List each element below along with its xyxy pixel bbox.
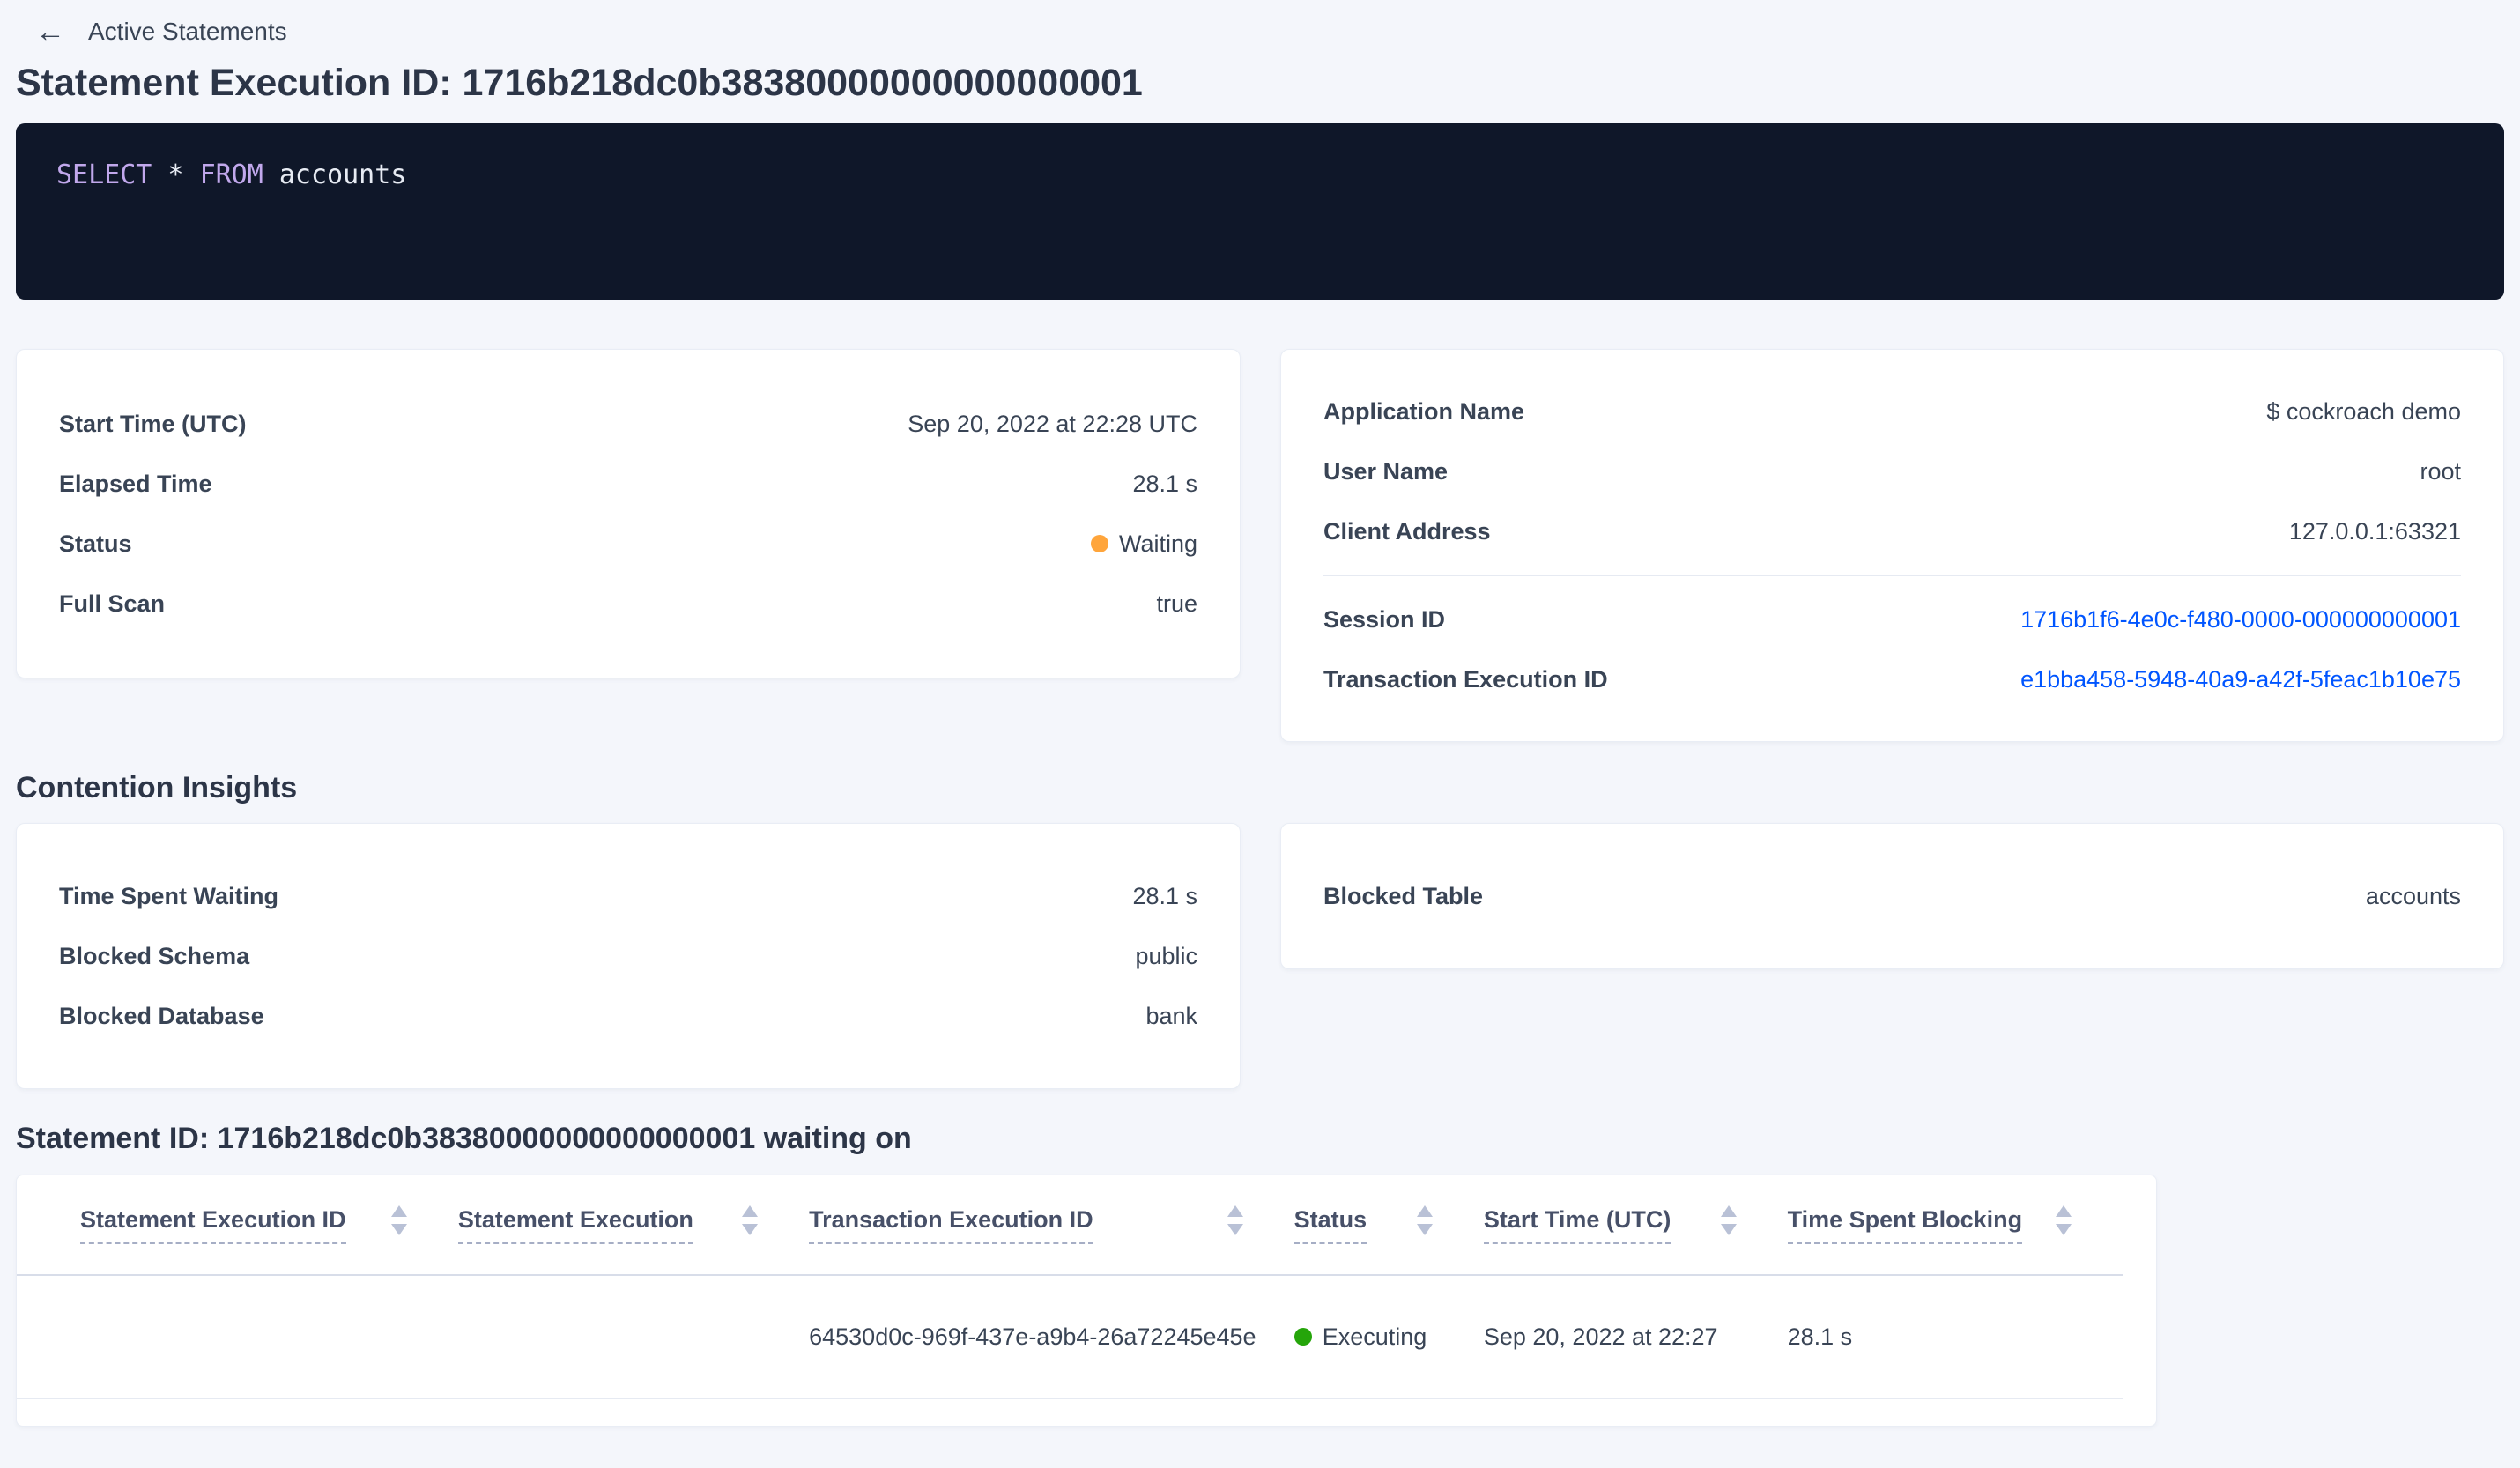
column-header-transaction-execution-id[interactable]: Transaction Execution ID [809, 1205, 1294, 1244]
card-divider [1323, 575, 2461, 576]
column-header-statement-execution[interactable]: Statement Execution [457, 1205, 809, 1244]
time-spent-waiting-label: Time Spent Waiting [59, 882, 279, 909]
elapsed-time-label: Elapsed Time [59, 470, 212, 497]
page-title: Statement Execution ID: 1716b218dc0b3838… [16, 62, 1143, 104]
contention-details-card: Time Spent Waiting 28.1 s Blocked Schema… [16, 823, 1241, 1089]
transaction-execution-id-row: Transaction Execution ID e1bba458-5948-4… [1323, 649, 2461, 709]
elapsed-time-row: Elapsed Time 28.1 s [59, 454, 1197, 514]
client-address-label: Client Address [1323, 517, 1491, 545]
session-id-label: Session ID [1323, 605, 1446, 633]
blocked-database-value: bank [1145, 1002, 1197, 1029]
user-name-label: User Name [1323, 457, 1449, 485]
breadcrumb-label: Active Statements [88, 18, 287, 45]
start-time-label: Start Time (UTC) [59, 410, 247, 437]
blocked-schema-row: Blocked Schema public [59, 926, 1197, 986]
waiting-on-heading: Statement ID: 1716b218dc0b38380000000000… [16, 1122, 912, 1155]
arrow-left-icon: ← [35, 15, 65, 48]
contention-insights-heading: Contention Insights [16, 771, 298, 804]
user-name-row: User Name root [1323, 441, 2461, 501]
sort-arrows-icon [2056, 1205, 2072, 1235]
column-header-statement-execution-id[interactable]: Statement Execution ID [80, 1205, 458, 1244]
time-spent-waiting-row: Time Spent Waiting 28.1 s [59, 866, 1197, 926]
sort-arrows-icon [1416, 1205, 1433, 1235]
transaction-execution-id-label: Transaction Execution ID [1323, 665, 1608, 693]
sql-keyword-select: SELECT [56, 159, 152, 190]
contention-cards-row: Time Spent Waiting 28.1 s Blocked Schema… [16, 823, 2504, 1089]
client-address-row: Client Address 127.0.0.1:63321 [1323, 501, 2461, 561]
breadcrumb-back-link[interactable]: ← Active Statements [35, 14, 287, 49]
start-time-value: Sep 20, 2022 at 22:28 UTC [908, 410, 1197, 437]
column-header-status[interactable]: Status [1293, 1205, 1484, 1244]
overview-cards-row: Start Time (UTC) Sep 20, 2022 at 22:28 U… [16, 349, 2504, 742]
sql-keyword-from: FROM [199, 159, 263, 190]
status-text: Waiting [1118, 530, 1197, 557]
full-scan-value: true [1156, 589, 1197, 617]
sort-arrows-icon [742, 1205, 759, 1235]
column-header-time-spent-blocking[interactable]: Time Spent Blocking [1787, 1205, 2123, 1244]
elapsed-time-value: 28.1 s [1132, 470, 1197, 497]
blocked-table-row: Blocked Table accounts [1323, 866, 2461, 926]
statement-execution-details-page: ← Active Statements Statement Execution … [0, 14, 2520, 1468]
blocked-table-value: accounts [2365, 882, 2461, 909]
blocked-database-label: Blocked Database [59, 1002, 264, 1029]
cell-status: Executing [1293, 1323, 1484, 1351]
application-name-label: Application Name [1323, 397, 1525, 425]
waiting-on-table: Statement Execution ID Statement Executi… [16, 1175, 2157, 1427]
start-time-row: Start Time (UTC) Sep 20, 2022 at 22:28 U… [59, 394, 1197, 454]
sort-arrows-icon [390, 1205, 407, 1235]
transaction-execution-id-link[interactable]: e1bba458-5948-40a9-a42f-5feac1b10e75 [2020, 666, 2461, 693]
column-header-start-time[interactable]: Start Time (UTC) [1483, 1205, 1788, 1244]
sql-statement-text: SELECT * FROM accounts [56, 159, 406, 190]
cell-start-time: Sep 20, 2022 at 22:27 [1483, 1323, 1718, 1350]
blocked-database-row: Blocked Database bank [59, 986, 1197, 1046]
table-row: 64530d0c-969f-437e-a9b4-26a72245e45e Exe… [17, 1276, 2123, 1399]
execution-overview-card: Start Time (UTC) Sep 20, 2022 at 22:28 U… [16, 349, 1241, 678]
application-name-row: Application Name $ cockroach demo [1323, 382, 2461, 441]
time-spent-waiting-value: 28.1 s [1132, 882, 1197, 909]
full-scan-row: Full Scan true [59, 574, 1197, 634]
status-waiting-dot-icon [1090, 535, 1108, 552]
full-scan-label: Full Scan [59, 589, 166, 617]
cell-time-spent-blocking: 28.1 s [1787, 1323, 1853, 1350]
cell-status-text: Executing [1322, 1323, 1427, 1350]
user-name-value: root [2420, 457, 2461, 485]
sql-star: * [152, 159, 200, 190]
sql-table-name: accounts [263, 159, 407, 190]
session-id-link[interactable]: 1716b1f6-4e0c-f480-0000-000000000001 [2020, 606, 2461, 634]
blocked-schema-label: Blocked Schema [59, 942, 250, 969]
status-row: Status Waiting [59, 514, 1197, 574]
client-address-value: 127.0.0.1:63321 [2288, 517, 2461, 545]
blocked-table-card: Blocked Table accounts [1280, 823, 2504, 969]
cell-transaction-execution-id: 64530d0c-969f-437e-a9b4-26a72245e45e [809, 1323, 1256, 1350]
status-value: Waiting [1090, 530, 1197, 558]
sort-arrows-icon [1720, 1205, 1737, 1235]
sort-arrows-icon [1227, 1205, 1243, 1235]
application-name-value: $ cockroach demo [2266, 397, 2461, 425]
status-executing-dot-icon [1293, 1328, 1312, 1346]
blocked-schema-value: public [1135, 942, 1197, 969]
sql-statement-box: SELECT * FROM accounts [16, 123, 2504, 300]
table-header: Statement Execution ID Statement Executi… [17, 1175, 2123, 1276]
session-id-row: Session ID 1716b1f6-4e0c-f480-0000-00000… [1323, 589, 2461, 649]
status-label: Status [59, 530, 132, 557]
session-info-card: Application Name $ cockroach demo User N… [1280, 349, 2504, 742]
blocked-table-label: Blocked Table [1323, 882, 1484, 909]
